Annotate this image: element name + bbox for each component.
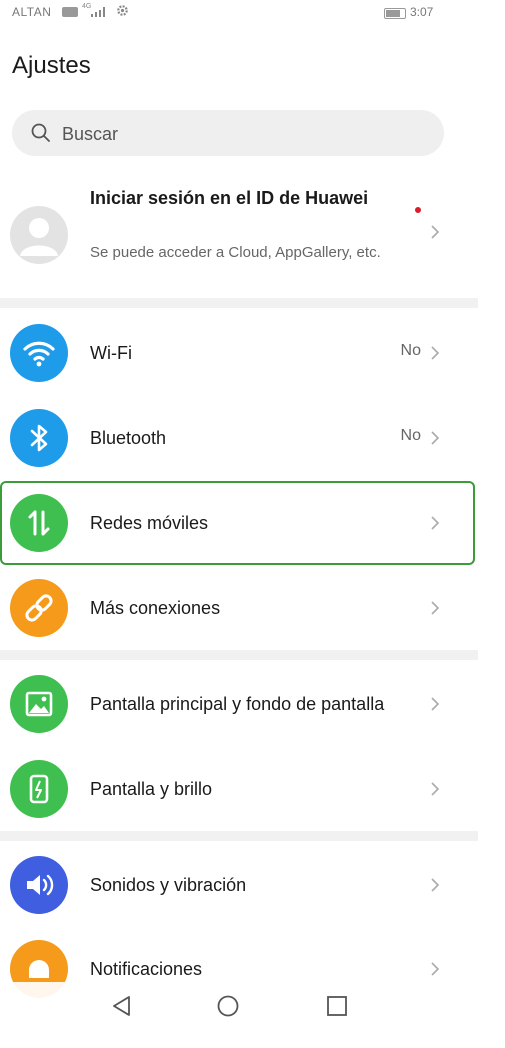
status-bar: ALTAN 4G 3:07 [0,0,478,30]
clock: 3:07 [410,5,434,19]
chevron-right-icon [431,782,440,796]
setting-label: Wi-Fi [90,342,132,363]
brightness-icon [10,760,68,818]
setting-label: Pantalla y brillo [90,778,213,799]
setting-bluetooth[interactable]: Bluetooth No [0,396,478,480]
selection-highlight [0,481,475,565]
volte-icon [62,6,78,21]
section-divider [0,650,478,660]
signin-title: Iniciar sesión en el ID de Huawei [90,188,369,208]
bluetooth-icon [10,409,68,467]
page-title: Ajustes [12,52,91,79]
avatar [10,206,68,264]
home-icon[interactable] [216,994,240,1018]
battery-icon [384,8,406,19]
link-icon [10,579,68,637]
setting-label: Bluetooth [90,427,167,448]
wallpaper-icon [10,675,68,733]
carrier-name: ALTAN [12,5,52,19]
setting-sounds-vibration[interactable]: Sonidos y vibración [0,843,478,927]
chevron-right-icon [431,431,440,445]
chevron-right-icon [431,962,440,976]
settings-screen: ALTAN 4G 3:07 Ajustes Iniciar sesión e [0,0,478,1048]
setting-value: No [400,342,421,359]
speaker-icon [10,856,68,914]
back-icon[interactable] [110,994,134,1018]
gear-icon [116,4,129,20]
setting-home-wallpaper[interactable]: Pantalla principal y fondo de pantalla [0,662,478,746]
navigation-bar [0,982,478,1032]
setting-wifi[interactable]: Wi-Fi No [0,311,478,395]
setting-value: No [400,427,421,444]
setting-label: Pantalla principal y fondo de pantalla [90,693,385,714]
signin-subtitle: Se puede acceder a Cloud, AppGallery, et… [90,244,381,261]
chevron-right-icon [431,601,440,615]
chevron-right-icon [431,346,440,360]
chevron-right-icon [431,878,440,892]
search-icon [31,123,50,142]
notification-dot [415,207,421,213]
chevron-right-icon [431,225,440,239]
recent-apps-icon[interactable] [325,994,349,1018]
search-bar[interactable] [12,110,444,156]
search-input[interactable] [60,118,424,150]
setting-display-brightness[interactable]: Pantalla y brillo [0,747,478,831]
huawei-id-signin[interactable]: Iniciar sesión en el ID de Huawei Se pue… [0,172,478,294]
section-divider [0,831,478,841]
setting-more-connections[interactable]: Más conexiones [0,566,478,650]
chevron-right-icon [431,697,440,711]
signal-icon [90,6,106,21]
wifi-icon [10,324,68,382]
setting-label: Más conexiones [90,597,221,618]
setting-label: Sonidos y vibración [90,874,247,895]
section-divider [0,298,478,308]
